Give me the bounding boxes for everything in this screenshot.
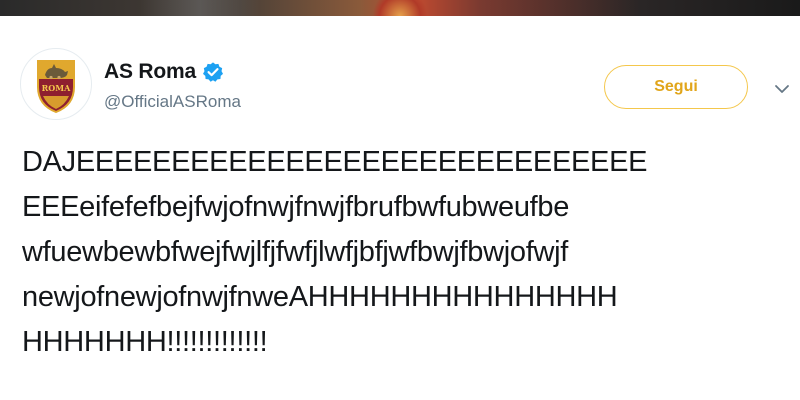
header-image-strip [0, 0, 800, 16]
tweet-text-line: DAJEEEEEEEEEEEEEEEEEEEEEEEEEEEEEE [22, 146, 648, 178]
tweet-text-line: HHHHHHH!!!!!!!!!!!!! [22, 326, 268, 358]
follow-button[interactable]: Segui [604, 65, 748, 109]
account-name-row: AS Roma [104, 60, 224, 84]
avatar[interactable]: ROMA [20, 48, 92, 120]
tweet-text-line: wfuewbewbfwejfwjlfjfwfjlwfjbfjwfbwjfbwjo… [22, 236, 569, 268]
as-roma-crest-icon: ROMA [37, 60, 75, 114]
avatar-crest-text: ROMA [42, 83, 71, 93]
account-handle[interactable]: @OfficialASRoma [104, 92, 241, 112]
tweet-text-line: newjofnewjofnwjfnweAHHHHHHHHHHHHHHH [22, 281, 618, 313]
header-image-detail [140, 0, 260, 16]
display-name[interactable]: AS Roma [104, 60, 196, 84]
tweet-card: ROMA AS Roma @OfficialASRoma Segui DAJEE… [0, 0, 800, 400]
header-image-detail [370, 0, 430, 16]
verified-badge-icon [202, 61, 224, 83]
tweet-text: DAJEEEEEEEEEEEEEEEEEEEEEEEEEEEEEE EEEeif… [22, 140, 792, 365]
tweet-text-line: EEEeifefefbejfwjofnwjfnwjfbrufbwfubweufb… [22, 191, 570, 223]
chevron-down-icon[interactable] [774, 82, 790, 94]
